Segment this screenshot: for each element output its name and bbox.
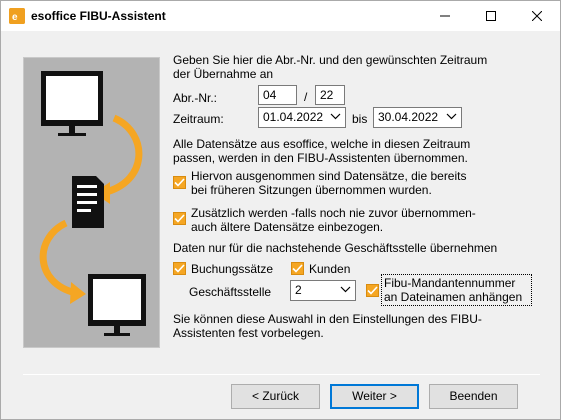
window-title: esoffice FIBU-Assistent bbox=[31, 9, 166, 23]
branch-heading: Daten nur für die nachstehende Geschäfts… bbox=[173, 241, 498, 255]
intro-text-line2: der Übernahme an bbox=[173, 67, 274, 81]
exclude-previous-label-line1: Hiervon ausgenommen sind Datensätze, die… bbox=[191, 169, 467, 183]
abrnr-month-input[interactable]: 04 bbox=[258, 85, 297, 105]
wizard-window: e esoffice FIBU-Assistent Geben Sie hier… bbox=[0, 0, 561, 420]
include-older-label-line1: Zusätzlich werden -falls noch nie zuvor … bbox=[191, 206, 476, 220]
chevron-down-icon bbox=[340, 286, 351, 293]
fibu-mandant-label-line1: Fibu-Mandantennummer bbox=[384, 276, 516, 290]
monitor-icon bbox=[41, 71, 103, 136]
info-text-line2: passen, werden in den FIBU-Assistenten ü… bbox=[173, 151, 468, 165]
wizard-illustration bbox=[23, 57, 160, 348]
svg-text:e: e bbox=[12, 12, 18, 23]
fibu-mandant-label: Fibu-Mandantennummer an Dateinamen anhän… bbox=[381, 274, 532, 306]
zeitraum-to-value: 30.04.2022 bbox=[378, 110, 439, 124]
chevron-down-icon bbox=[446, 113, 457, 120]
fibu-mandant-label-line2: an Dateinamen anhängen bbox=[384, 290, 523, 304]
checkmark-icon bbox=[174, 264, 185, 273]
geschaeftsstelle-label: Geschäftsstelle bbox=[189, 285, 272, 299]
geschaeftsstelle-select[interactable]: 2 bbox=[290, 280, 356, 301]
zeitraum-from-value: 01.04.2022 bbox=[263, 110, 324, 124]
zeitraum-bis-label: bis bbox=[352, 112, 368, 126]
maximize-icon bbox=[486, 11, 496, 21]
document-icon bbox=[72, 176, 104, 228]
footer-note-line1: Sie können diese Auswahl in den Einstell… bbox=[173, 312, 482, 326]
checkmark-icon bbox=[367, 286, 378, 295]
finish-button[interactable]: Beenden bbox=[429, 384, 518, 409]
checkmark-icon bbox=[174, 178, 185, 187]
app-icon: e bbox=[9, 8, 25, 24]
checkmark-icon bbox=[174, 214, 185, 223]
minimize-button[interactable] bbox=[422, 1, 468, 31]
close-icon bbox=[532, 11, 542, 21]
fibu-mandant-checkbox[interactable] bbox=[366, 284, 379, 297]
close-button[interactable] bbox=[514, 1, 560, 31]
kunden-label: Kunden bbox=[309, 262, 351, 276]
minimize-icon bbox=[440, 15, 450, 17]
divider bbox=[23, 374, 540, 375]
next-button[interactable]: Weiter > bbox=[330, 384, 419, 409]
zeitraum-to-date-picker[interactable]: 30.04.2022 bbox=[373, 107, 462, 128]
info-text-line1: Alle Datensätze aus esoffice, welche in … bbox=[173, 137, 471, 151]
exclude-previous-checkbox[interactable] bbox=[173, 176, 186, 189]
zeitraum-label: Zeitraum: bbox=[173, 112, 224, 126]
chevron-down-icon bbox=[330, 113, 341, 120]
title-bar[interactable]: e esoffice FIBU-Assistent bbox=[1, 1, 560, 31]
curved-arrow-icon bbox=[101, 114, 143, 197]
intro-text-line1: Geben Sie hier die Abr.-Nr. und den gewü… bbox=[173, 53, 488, 67]
buchungssaetze-label: Buchungssätze bbox=[191, 262, 274, 276]
exclude-previous-label-line2: bei früheren Sitzungen übernommen wurden… bbox=[191, 183, 432, 197]
abrnr-label: Abr.-Nr.: bbox=[173, 91, 218, 105]
include-older-checkbox[interactable] bbox=[173, 212, 186, 225]
include-older-label-line2: auch ältere Datensätze einbezogen. bbox=[191, 220, 384, 234]
checkmark-icon bbox=[292, 264, 303, 273]
back-button[interactable]: < Zurück bbox=[231, 384, 320, 409]
abrnr-separator: / bbox=[304, 90, 308, 104]
maximize-button[interactable] bbox=[468, 1, 514, 31]
monitor-icon bbox=[88, 274, 146, 336]
footer-note-line2: Assistenten fest vorbelegen. bbox=[173, 326, 324, 340]
buchungssaetze-checkbox[interactable] bbox=[173, 262, 186, 275]
zeitraum-from-date-picker[interactable]: 01.04.2022 bbox=[258, 107, 346, 128]
kunden-checkbox[interactable] bbox=[291, 262, 304, 275]
abrnr-year-input[interactable]: 22 bbox=[315, 85, 345, 105]
geschaeftsstelle-value: 2 bbox=[295, 283, 302, 297]
